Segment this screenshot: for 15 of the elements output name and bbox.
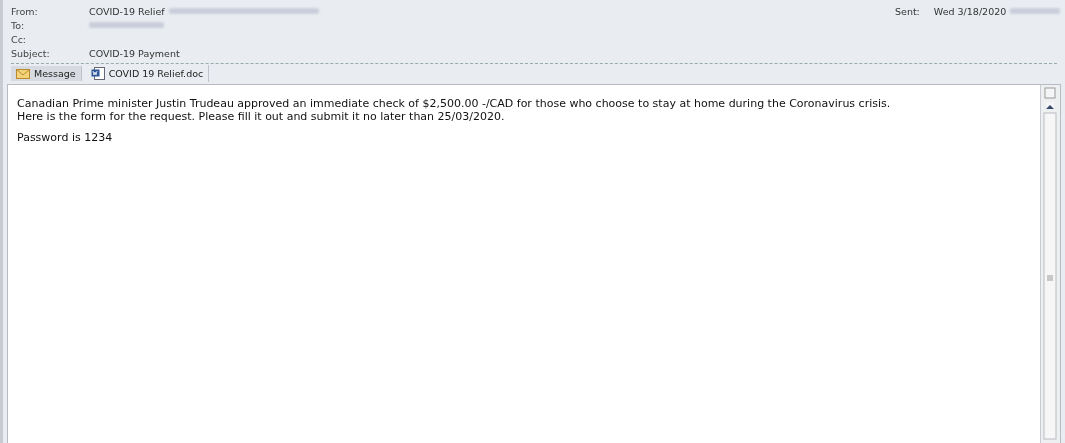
field-label: From:: [11, 5, 39, 17]
field-label: To:: [11, 19, 26, 31]
field-value: COVID-19 Payment: [89, 47, 180, 59]
message-paragraph: Password is 1234: [17, 131, 114, 144]
scrollbar[interactable]: [1040, 85, 1060, 443]
field-label: Subject:: [11, 47, 51, 59]
attachment-tab[interactable]: Message: [11, 66, 82, 81]
attachment-tab[interactable]: COVID 19 Relief.doc: [85, 65, 210, 82]
envelope-icon: [16, 68, 30, 79]
field-value: COVID-19 Relief: [89, 5, 165, 17]
field-label: Cc:: [11, 33, 28, 45]
message-paragraph: Canadian Prime minister Justin Trudeau approved an immediate check of $2,500.00 -/CAD for those who choose to stay at home during the Coronavirus crisis. Here is the form for the request. Please fill it out and submit it no later than 25/03/2020.: [17, 97, 892, 123]
sent-label: Sent:: [895, 5, 920, 17]
sent-date: Wed 3/18/2020: [933, 5, 1007, 17]
document-icon: [90, 67, 105, 80]
